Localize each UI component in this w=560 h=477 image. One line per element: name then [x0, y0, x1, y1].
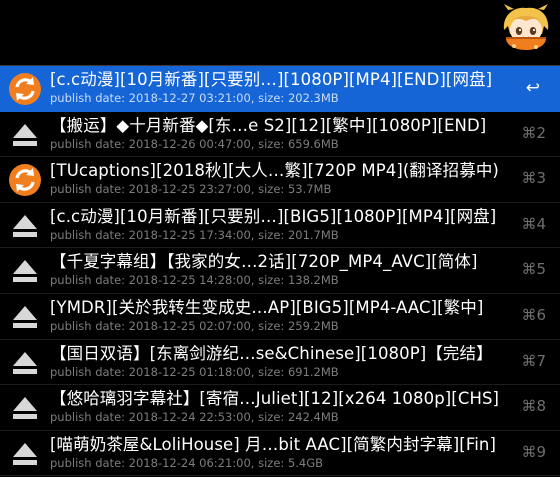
keyboard-shortcut: ⌘2 — [521, 123, 546, 142]
result-meta: publish date: 2018-12-25 02:07:00, size:… — [50, 318, 339, 333]
result-row[interactable]: [喵萌奶茶屋&LoliHouse] 月…bit AAC][简繁内封字幕][Fin… — [0, 431, 560, 477]
keyboard-shortcut: ⌘8 — [521, 397, 546, 416]
result-meta: publish date: 2018-12-24 06:21:00, size:… — [50, 455, 324, 470]
result-row[interactable]: 【千夏字幕组】【我家的女…2话][720P_MP4_AVC][简体] publi… — [0, 248, 560, 294]
eject-icon — [13, 123, 37, 146]
eject-icon — [13, 305, 37, 328]
result-title: [喵萌奶茶屋&LoliHouse] 月…bit AAC][简繁内封字幕][Fin… — [50, 434, 497, 454]
return-key-shortcut: ↩ — [525, 78, 540, 98]
anime-girl-mascot-icon — [503, 4, 549, 50]
keyboard-shortcut: ⌘6 — [521, 305, 546, 324]
result-title: [c.c动漫][10月新番][只要别…][BIG5][1080P][MP4][网… — [50, 206, 497, 226]
result-row[interactable]: [YMDR][关於我转生变成史…AP][BIG5][MP4-AAC][繁中] p… — [0, 294, 560, 340]
result-row[interactable]: [c.c动漫][10月新番][只要别…][BIG5][1080P][MP4][网… — [0, 203, 560, 249]
eject-icon — [13, 214, 37, 237]
result-title: [TUcaptions][2018秋][大人…繁][720P MP4](翻译招募… — [50, 161, 499, 181]
keyboard-shortcut: ⌘7 — [521, 351, 546, 370]
orange-refresh-icon — [9, 164, 41, 197]
result-row[interactable]: 【悠哈璃羽字幕社】[寄宿…Juliet][12][x264 1080p][CHS… — [0, 385, 560, 431]
result-title: 【搬运】◆十月新番◆[东…e S2][12][繁中][1080P][END] — [50, 115, 487, 135]
result-title: 【国日双语】[东离剑游纪…se&Chinese][1080P]【完结】 — [50, 343, 493, 363]
search-bar-area — [0, 0, 560, 62]
result-meta: publish date: 2018-12-26 00:47:00, size:… — [50, 136, 339, 151]
result-title: [c.c动漫][10月新番][只要别…][1080P][MP4][END][网盘… — [50, 70, 493, 89]
eject-icon — [13, 397, 37, 420]
eject-icon — [13, 260, 37, 283]
eject-icon — [13, 442, 37, 465]
result-title: 【千夏字幕组】【我家的女…2话][720P_MP4_AVC][简体] — [50, 252, 478, 272]
keyboard-shortcut: ⌘9 — [521, 442, 546, 461]
result-meta: publish date: 2018-12-27 03:21:00, size:… — [50, 91, 339, 105]
result-meta: publish date: 2018-12-25 23:27:00, size:… — [50, 182, 332, 197]
result-row[interactable]: 【国日双语】[东离剑游纪…se&Chinese][1080P]【完结】 publ… — [0, 340, 560, 386]
result-row[interactable]: [TUcaptions][2018秋][大人…繁][720P MP4](翻译招募… — [0, 157, 560, 203]
result-meta: publish date: 2018-12-25 17:34:00, size:… — [50, 227, 339, 242]
result-title: 【悠哈璃羽字幕社】[寄宿…Juliet][12][x264 1080p][CHS… — [50, 389, 500, 409]
result-meta: publish date: 2018-12-24 22:53:00, size:… — [50, 410, 339, 425]
keyboard-shortcut: ⌘4 — [521, 214, 546, 233]
result-meta: publish date: 2018-12-25 01:18:00, size:… — [50, 364, 339, 379]
result-row[interactable]: [c.c动漫][10月新番][只要别…][1080P][MP4][END][网盘… — [0, 66, 560, 112]
result-row[interactable]: 【搬运】◆十月新番◆[东…e S2][12][繁中][1080P][END] p… — [0, 112, 560, 158]
result-meta: publish date: 2018-12-25 14:28:00, size:… — [50, 273, 339, 288]
eject-icon — [13, 351, 37, 374]
keyboard-shortcut: ⌘5 — [521, 260, 546, 279]
result-title: [YMDR][关於我转生变成史…AP][BIG5][MP4-AAC][繁中] — [50, 297, 484, 317]
orange-refresh-icon — [9, 73, 41, 105]
keyboard-shortcut: ⌘3 — [521, 169, 546, 188]
results-list: [c.c动漫][10月新番][只要别…][1080P][MP4][END][网盘… — [0, 65, 560, 477]
